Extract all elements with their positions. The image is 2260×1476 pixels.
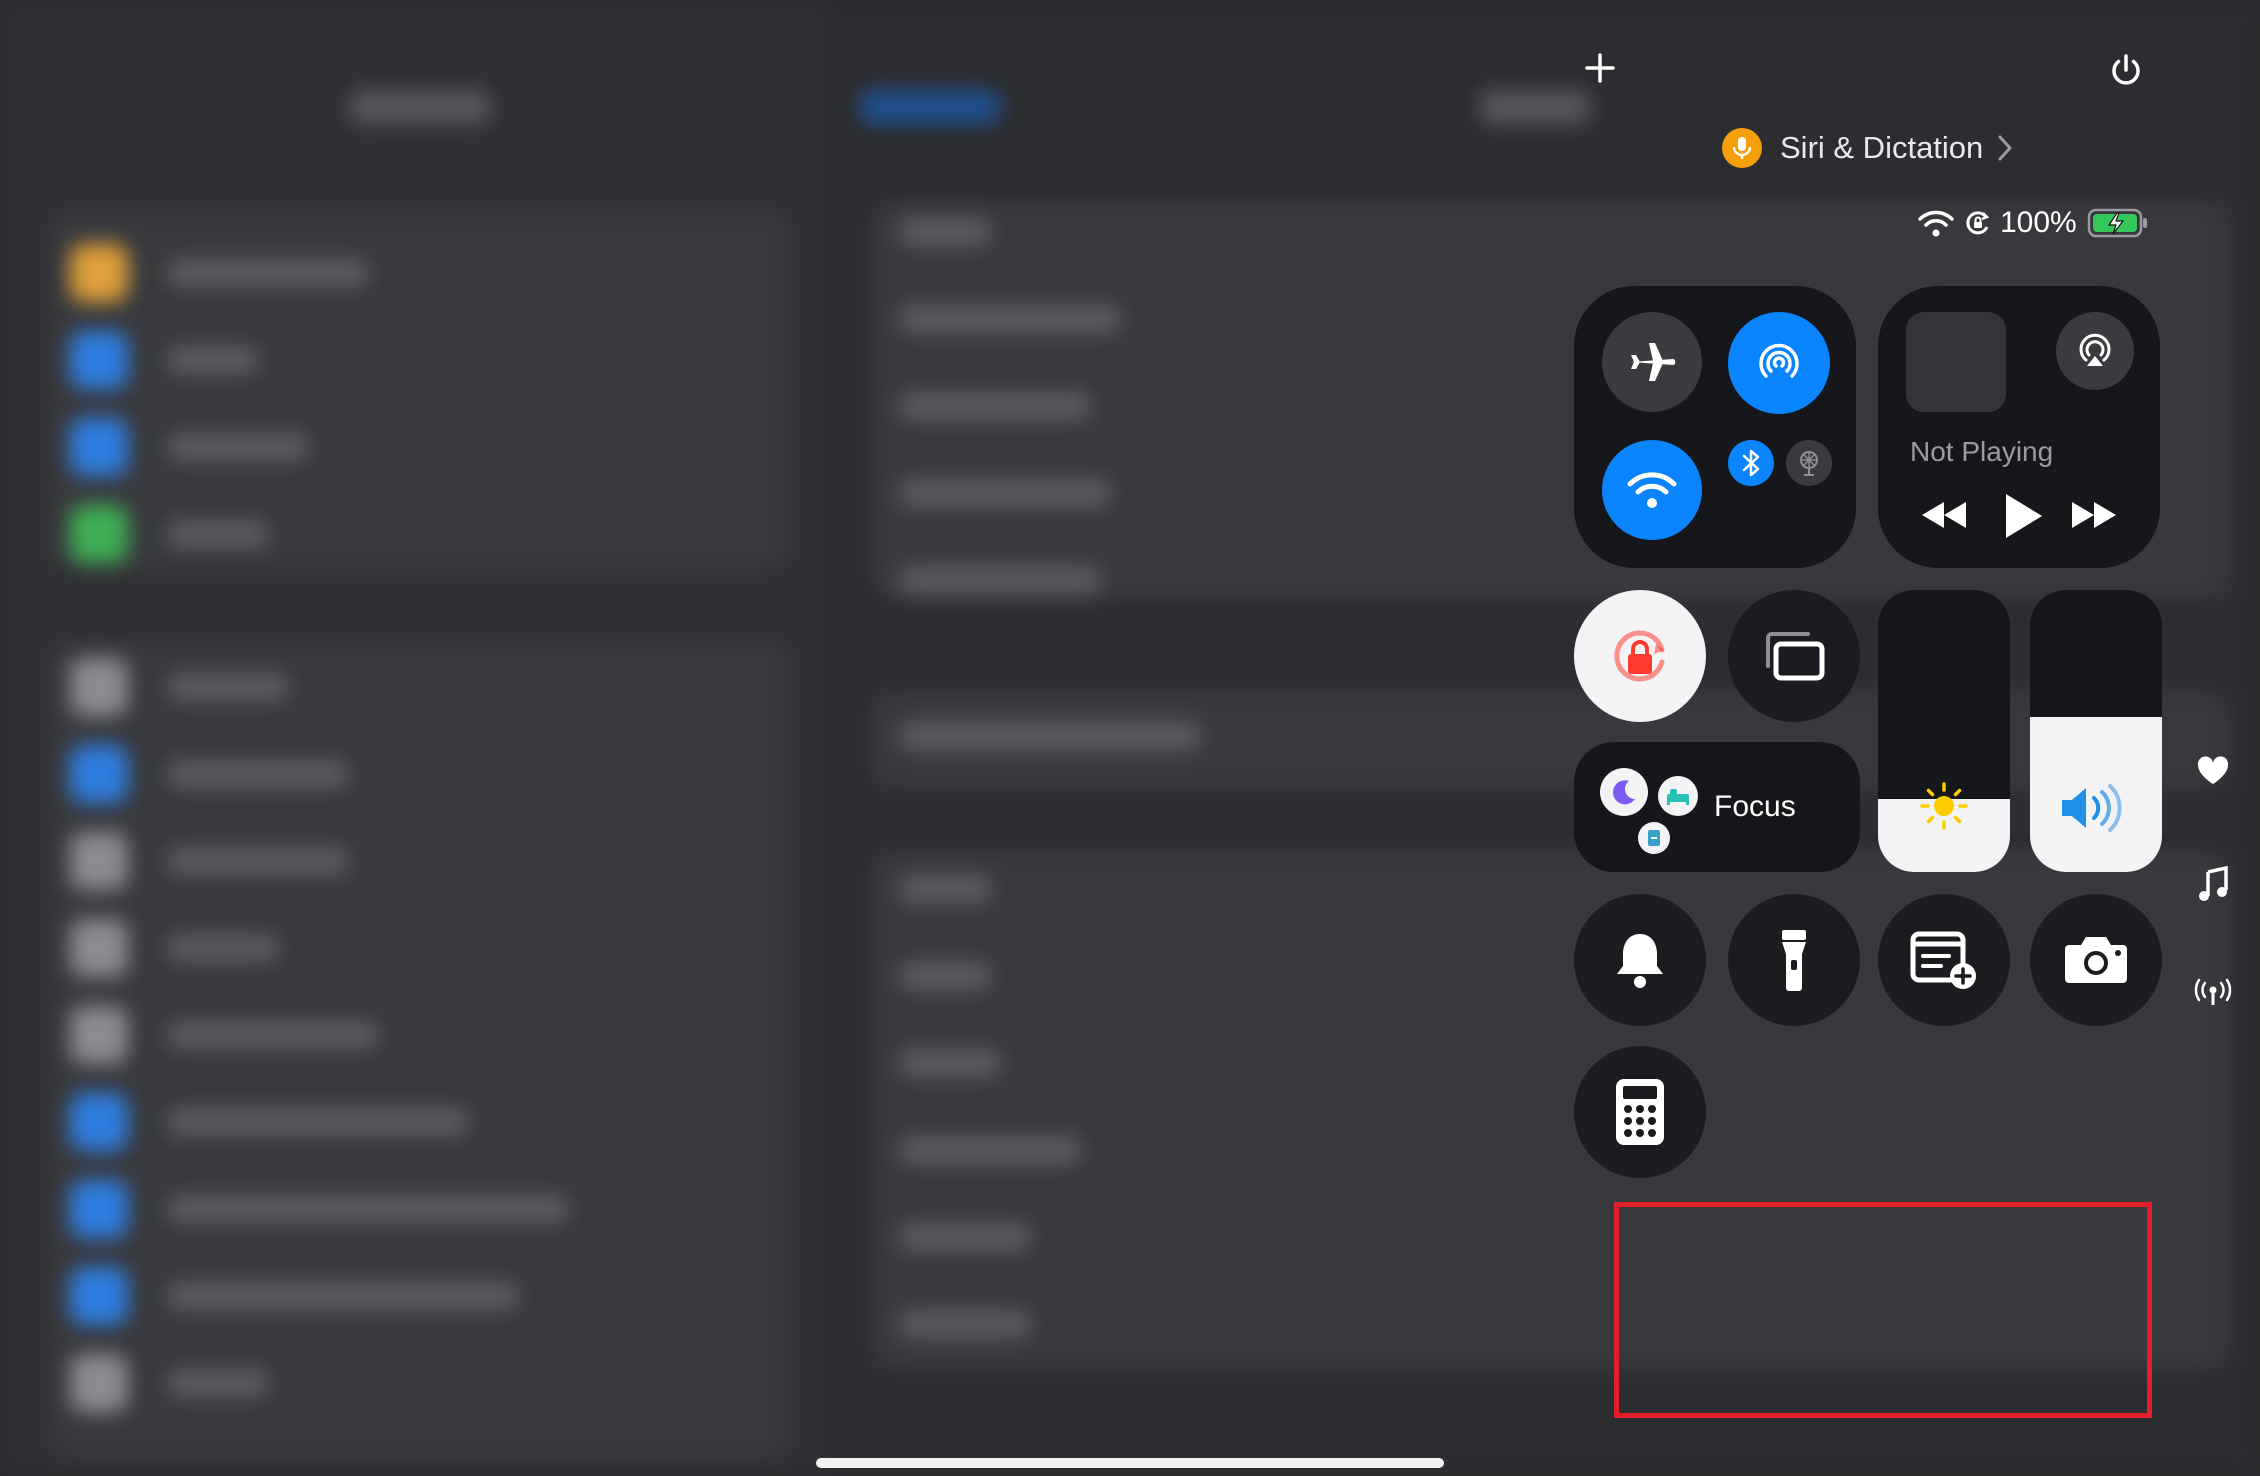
calculator-icon [1616, 1079, 1664, 1145]
focus-label: Focus [1714, 790, 1796, 823]
airplane-mode-button[interactable] [1602, 312, 1702, 412]
bg-row [70, 412, 308, 482]
home-indicator[interactable] [816, 1458, 1444, 1468]
fast-forward-button[interactable] [2070, 498, 2118, 537]
orientation-lock-status-icon [1966, 211, 1990, 235]
chevron-right-icon [1998, 135, 2012, 161]
brightness-slider[interactable] [1878, 590, 2010, 872]
power-icon[interactable] [2108, 52, 2144, 88]
bg-bar [900, 566, 1100, 594]
bg-detail-title [1480, 90, 1590, 124]
airplay-button[interactable] [2056, 312, 2134, 390]
bg-bar [900, 1049, 1000, 1077]
bg-bar [900, 392, 1090, 420]
bg-bar [900, 479, 1110, 507]
bg-row [70, 499, 268, 569]
rewind-icon [1922, 502, 1966, 528]
battery-percent: 100% [2000, 206, 2077, 239]
camera-icon [2065, 937, 2127, 983]
bg-sidebar-title [350, 90, 490, 124]
bg-row [70, 1087, 468, 1157]
airplay-icon [2079, 333, 2111, 366]
sleep-bed-icon [1658, 776, 1698, 816]
satellite-button[interactable] [1786, 440, 1832, 486]
bg-back-button [860, 90, 1000, 124]
bg-row [70, 1261, 518, 1331]
airdrop-icon [1759, 343, 1799, 378]
status-bar: 100% [1918, 206, 2149, 240]
bg-row [70, 238, 368, 308]
airplane-icon [1631, 343, 1676, 381]
signal-icon[interactable] [2194, 978, 2232, 1013]
calculator-button[interactable] [1574, 1046, 1706, 1178]
satellite-icon [1800, 451, 1818, 476]
now-playing-label: Not Playing [1910, 436, 2054, 467]
bg-bar [900, 722, 1200, 750]
bluetooth-button[interactable] [1728, 440, 1774, 486]
moon-icon [1600, 768, 1648, 816]
bg-row [70, 1348, 268, 1418]
flashlight-button[interactable] [1728, 894, 1860, 1026]
bg-row [70, 1000, 378, 1070]
volume-slider[interactable] [2030, 590, 2162, 872]
bg-row [70, 739, 348, 809]
play-button[interactable] [2002, 492, 2044, 545]
screen-mirroring-button[interactable] [1728, 590, 1860, 722]
play-icon [2006, 494, 2042, 538]
speaker-icon [2062, 784, 2122, 832]
bg-bar [900, 305, 1120, 333]
bg-row [70, 1174, 568, 1244]
bg-row [70, 652, 288, 722]
bg-row [70, 325, 258, 395]
flashlight-icon [1782, 930, 1806, 991]
screen-mirroring-icon [1766, 632, 1825, 681]
sun-icon [1920, 782, 1968, 830]
silent-mode-button[interactable] [1574, 894, 1706, 1026]
bg-bar [900, 875, 990, 903]
wifi-icon [1627, 472, 1677, 508]
camera-button[interactable] [2030, 894, 2162, 1026]
rotation-lock-button[interactable] [1574, 590, 1706, 722]
quick-note-icon [1910, 931, 1976, 989]
bell-icon [1617, 934, 1663, 988]
plus-icon[interactable] [1584, 52, 1616, 84]
bg-sidebar [0, 0, 830, 1476]
bg-bar [900, 1310, 1030, 1338]
fast-forward-icon [2072, 502, 2116, 528]
siri-dictation-link[interactable]: Siri & Dictation [1722, 128, 2013, 168]
bg-bar [900, 1223, 1030, 1251]
rewind-button[interactable] [1920, 498, 1968, 537]
highlight-rectangle [1614, 1202, 2152, 1418]
bg-row [70, 826, 348, 896]
quick-note-button[interactable] [1878, 894, 2010, 1026]
battery-charging-icon [2087, 208, 2147, 238]
music-icon[interactable] [2198, 865, 2228, 907]
bg-bar [900, 1136, 1080, 1164]
bg-bar [900, 218, 990, 246]
siri-dictation-label: Siri & Dictation [1780, 130, 1984, 165]
bluetooth-icon [1742, 449, 1760, 477]
heart-icon[interactable] [2196, 756, 2230, 791]
microphone-icon [1722, 128, 1762, 168]
bg-bar [900, 962, 990, 990]
airdrop-button[interactable] [1728, 312, 1830, 414]
bg-row [70, 913, 278, 983]
wifi-status-icon [1918, 210, 1954, 237]
work-badge-icon [1638, 822, 1670, 854]
album-artwork [1906, 312, 2006, 412]
rotation-lock-icon [1614, 630, 1665, 682]
wifi-button[interactable] [1602, 440, 1702, 540]
